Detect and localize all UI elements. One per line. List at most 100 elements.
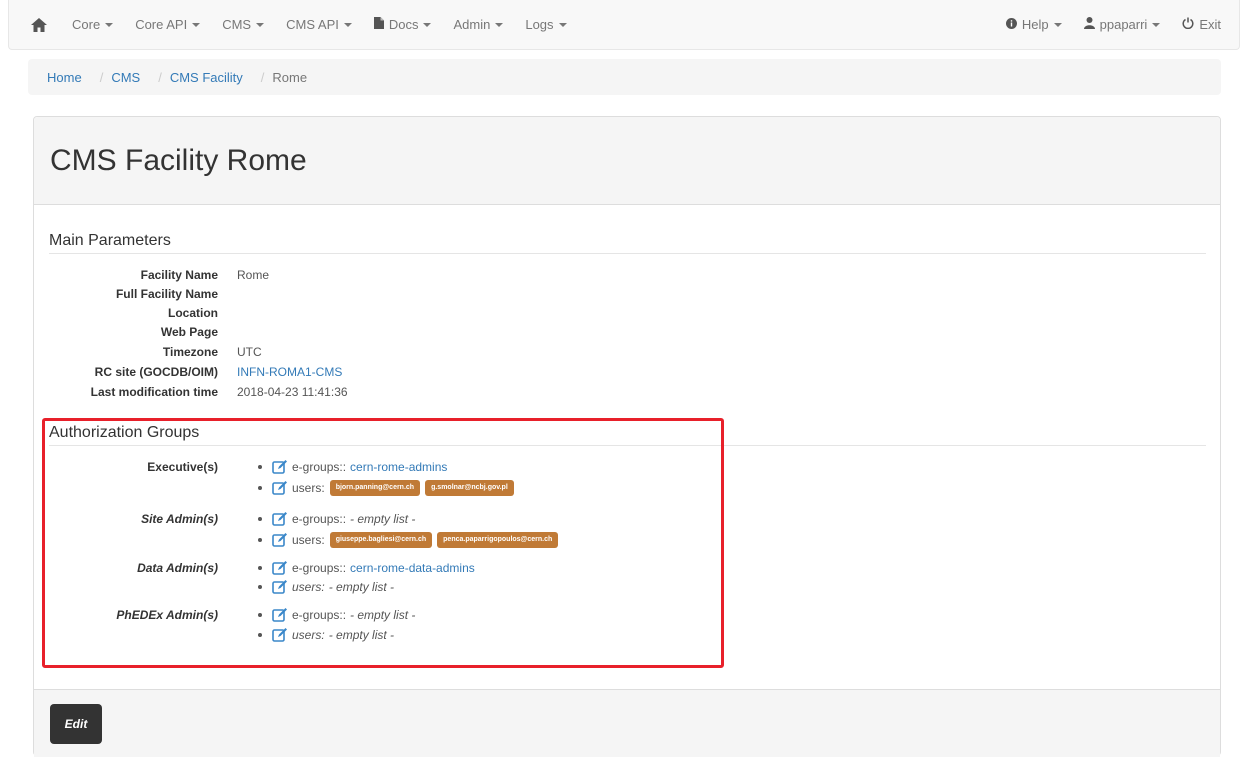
- main-parameters-title: Main Parameters: [49, 232, 1206, 254]
- nav-admin-label: Admin: [453, 17, 491, 32]
- nav-help[interactable]: Help: [995, 0, 1073, 49]
- edit-icon[interactable]: [272, 511, 288, 527]
- user-tag[interactable]: g.smolnar@ncbj.gov.pl: [425, 480, 514, 496]
- empty-list-label: - empty list -: [328, 628, 395, 642]
- edit-icon[interactable]: [272, 607, 288, 623]
- nav-user[interactable]: ppaparri: [1073, 0, 1172, 49]
- nav-cms-api[interactable]: CMS API: [275, 0, 363, 49]
- param-row-facility-name: Facility Name Rome: [34, 268, 634, 287]
- authorization-groups-title: Authorization Groups: [49, 424, 1206, 446]
- user-tag[interactable]: penca.paparrigopoulos@cern.ch: [437, 532, 559, 548]
- rc-site-link[interactable]: INFN-ROMA1-CMS: [237, 365, 342, 379]
- egroup-link[interactable]: cern-rome-data-admins: [350, 561, 475, 575]
- bullet: [258, 517, 262, 521]
- nav-admin[interactable]: Admin: [442, 0, 514, 49]
- breadcrumb-separator: /: [158, 69, 162, 85]
- egroup-link[interactable]: cern-rome-admins: [350, 460, 447, 474]
- param-row-rc-site: RC site (GOCDB/OIM) INFN-ROMA1-CMS: [34, 365, 634, 384]
- nav-cms-label: CMS: [222, 17, 252, 32]
- executives-egroups-item: e-groups:: cern-rome-admins: [258, 458, 447, 476]
- users-label: users:: [292, 533, 325, 547]
- nav-cms-api-label: CMS API: [286, 17, 339, 32]
- bullet: [258, 633, 262, 637]
- param-label: RC site (GOCDB/OIM): [94, 365, 218, 379]
- user-icon: [1083, 17, 1095, 32]
- chevron-down-icon: [495, 22, 504, 27]
- breadcrumb-current: Rome: [272, 69, 308, 85]
- empty-list-label: - empty list -: [328, 580, 395, 594]
- param-value: 2018-04-23 11:41:36: [237, 385, 348, 399]
- group-label-site-admins: Site Admin(s): [141, 512, 218, 526]
- chevron-down-icon: [343, 22, 352, 27]
- bullet: [258, 566, 262, 570]
- egroups-label: e-groups::: [292, 460, 347, 474]
- chevron-down-icon: [558, 22, 567, 27]
- empty-list-label: - empty list -: [350, 512, 416, 526]
- nav-user-label: ppaparri: [1099, 17, 1148, 32]
- nav-exit-label: Exit: [1199, 17, 1221, 32]
- info-circle-icon: [1005, 17, 1017, 32]
- param-label: Web Page: [160, 325, 218, 339]
- bullet: [258, 538, 262, 542]
- breadcrumb-separator: /: [99, 69, 104, 85]
- param-row-location: Location: [34, 306, 634, 325]
- breadcrumb-home[interactable]: Home: [47, 70, 82, 85]
- nav-cms[interactable]: CMS: [211, 0, 275, 49]
- chevron-down-icon: [192, 22, 201, 27]
- param-label: Location: [168, 306, 218, 320]
- group-label-phedex-admins: PhEDEx Admin(s): [116, 608, 218, 622]
- power-icon: [1182, 17, 1194, 32]
- edit-icon[interactable]: [272, 459, 288, 475]
- user-tag[interactable]: giuseppe.bagliesi@cern.ch: [329, 532, 433, 548]
- navbar-right: Help ppaparri Exit: [995, 0, 1239, 49]
- param-value-container: INFN-ROMA1-CMS: [237, 365, 342, 384]
- nav-core-api[interactable]: Core API: [124, 0, 211, 49]
- nav-logs-label: Logs: [525, 17, 554, 32]
- param-value: Rome: [237, 268, 270, 282]
- breadcrumb-cms-facility[interactable]: CMS Facility: [170, 70, 243, 85]
- param-value: UTC: [237, 345, 262, 359]
- nav-logs[interactable]: Logs: [514, 0, 577, 49]
- edit-icon[interactable]: [272, 480, 288, 496]
- phedex-admins-egroups-item: e-groups:: - empty list -: [258, 606, 415, 624]
- site-admins-egroups-item: e-groups:: - empty list -: [258, 510, 415, 528]
- group-label-executives: Executive(s): [147, 460, 218, 474]
- egroups-label: e-groups::: [292, 512, 347, 526]
- home-icon: [31, 17, 47, 32]
- bullet: [258, 465, 262, 469]
- group-label-data-admins: Data Admin(s): [137, 561, 218, 575]
- home-nav-button[interactable]: [9, 0, 61, 49]
- edit-icon[interactable]: [272, 627, 288, 643]
- breadcrumb-separator: /: [260, 69, 265, 85]
- nav-help-label: Help: [1021, 17, 1049, 32]
- file-icon: [373, 17, 384, 32]
- nav-core-label: Core: [72, 17, 101, 32]
- bullet: [258, 613, 262, 617]
- breadcrumb: Home / CMS / CMS Facility / Rome: [28, 59, 1221, 95]
- edit-icon[interactable]: [272, 560, 288, 576]
- egroups-label: e-groups::: [292, 561, 347, 575]
- panel-footer: Edit: [34, 689, 1220, 757]
- param-row-web-page: Web Page: [34, 325, 634, 344]
- param-label: Facility Name: [140, 268, 218, 282]
- egroups-label: e-groups::: [292, 608, 347, 622]
- users-label: users:: [292, 580, 325, 594]
- bullet: [258, 486, 262, 490]
- users-label: users:: [292, 481, 325, 495]
- edit-button[interactable]: Edit: [50, 704, 102, 744]
- nav-exit[interactable]: Exit: [1171, 0, 1239, 49]
- navbar-left: Core Core API CMS CMS API Docs Admin Log…: [9, 0, 578, 49]
- edit-icon[interactable]: [272, 532, 288, 548]
- breadcrumb-cms[interactable]: CMS: [111, 70, 140, 85]
- page-title: CMS Facility Rome: [50, 143, 307, 177]
- user-tag[interactable]: bjorn.panning@cern.ch: [329, 480, 421, 496]
- param-row-timezone: Timezone UTC: [34, 345, 634, 364]
- nav-core[interactable]: Core: [61, 0, 124, 49]
- edit-icon[interactable]: [272, 579, 288, 595]
- param-label: Last modification time: [90, 385, 218, 399]
- bullet: [258, 585, 262, 589]
- chevron-down-icon: [105, 22, 114, 27]
- nav-docs[interactable]: Docs: [363, 0, 443, 49]
- phedex-admins-users-item: users: - empty list -: [258, 626, 394, 644]
- chevron-down-icon: [1152, 22, 1161, 27]
